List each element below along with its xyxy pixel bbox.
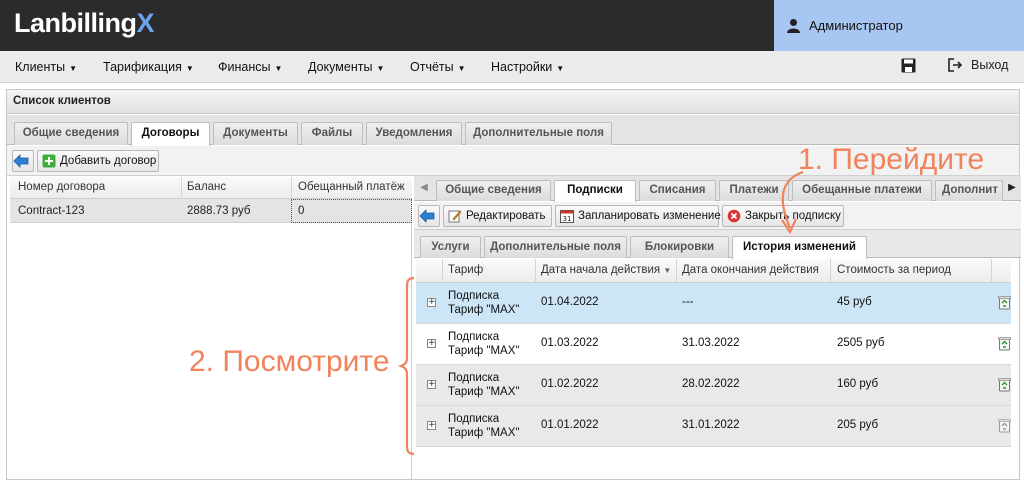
annotation-bracket	[397, 276, 415, 456]
annotation-step-2: 2. Посмотрите	[189, 345, 390, 378]
annotation-marks	[397, 170, 804, 456]
annotation-step-1: 1. Перейдите	[798, 143, 985, 176]
annotation-arrow	[781, 170, 804, 229]
